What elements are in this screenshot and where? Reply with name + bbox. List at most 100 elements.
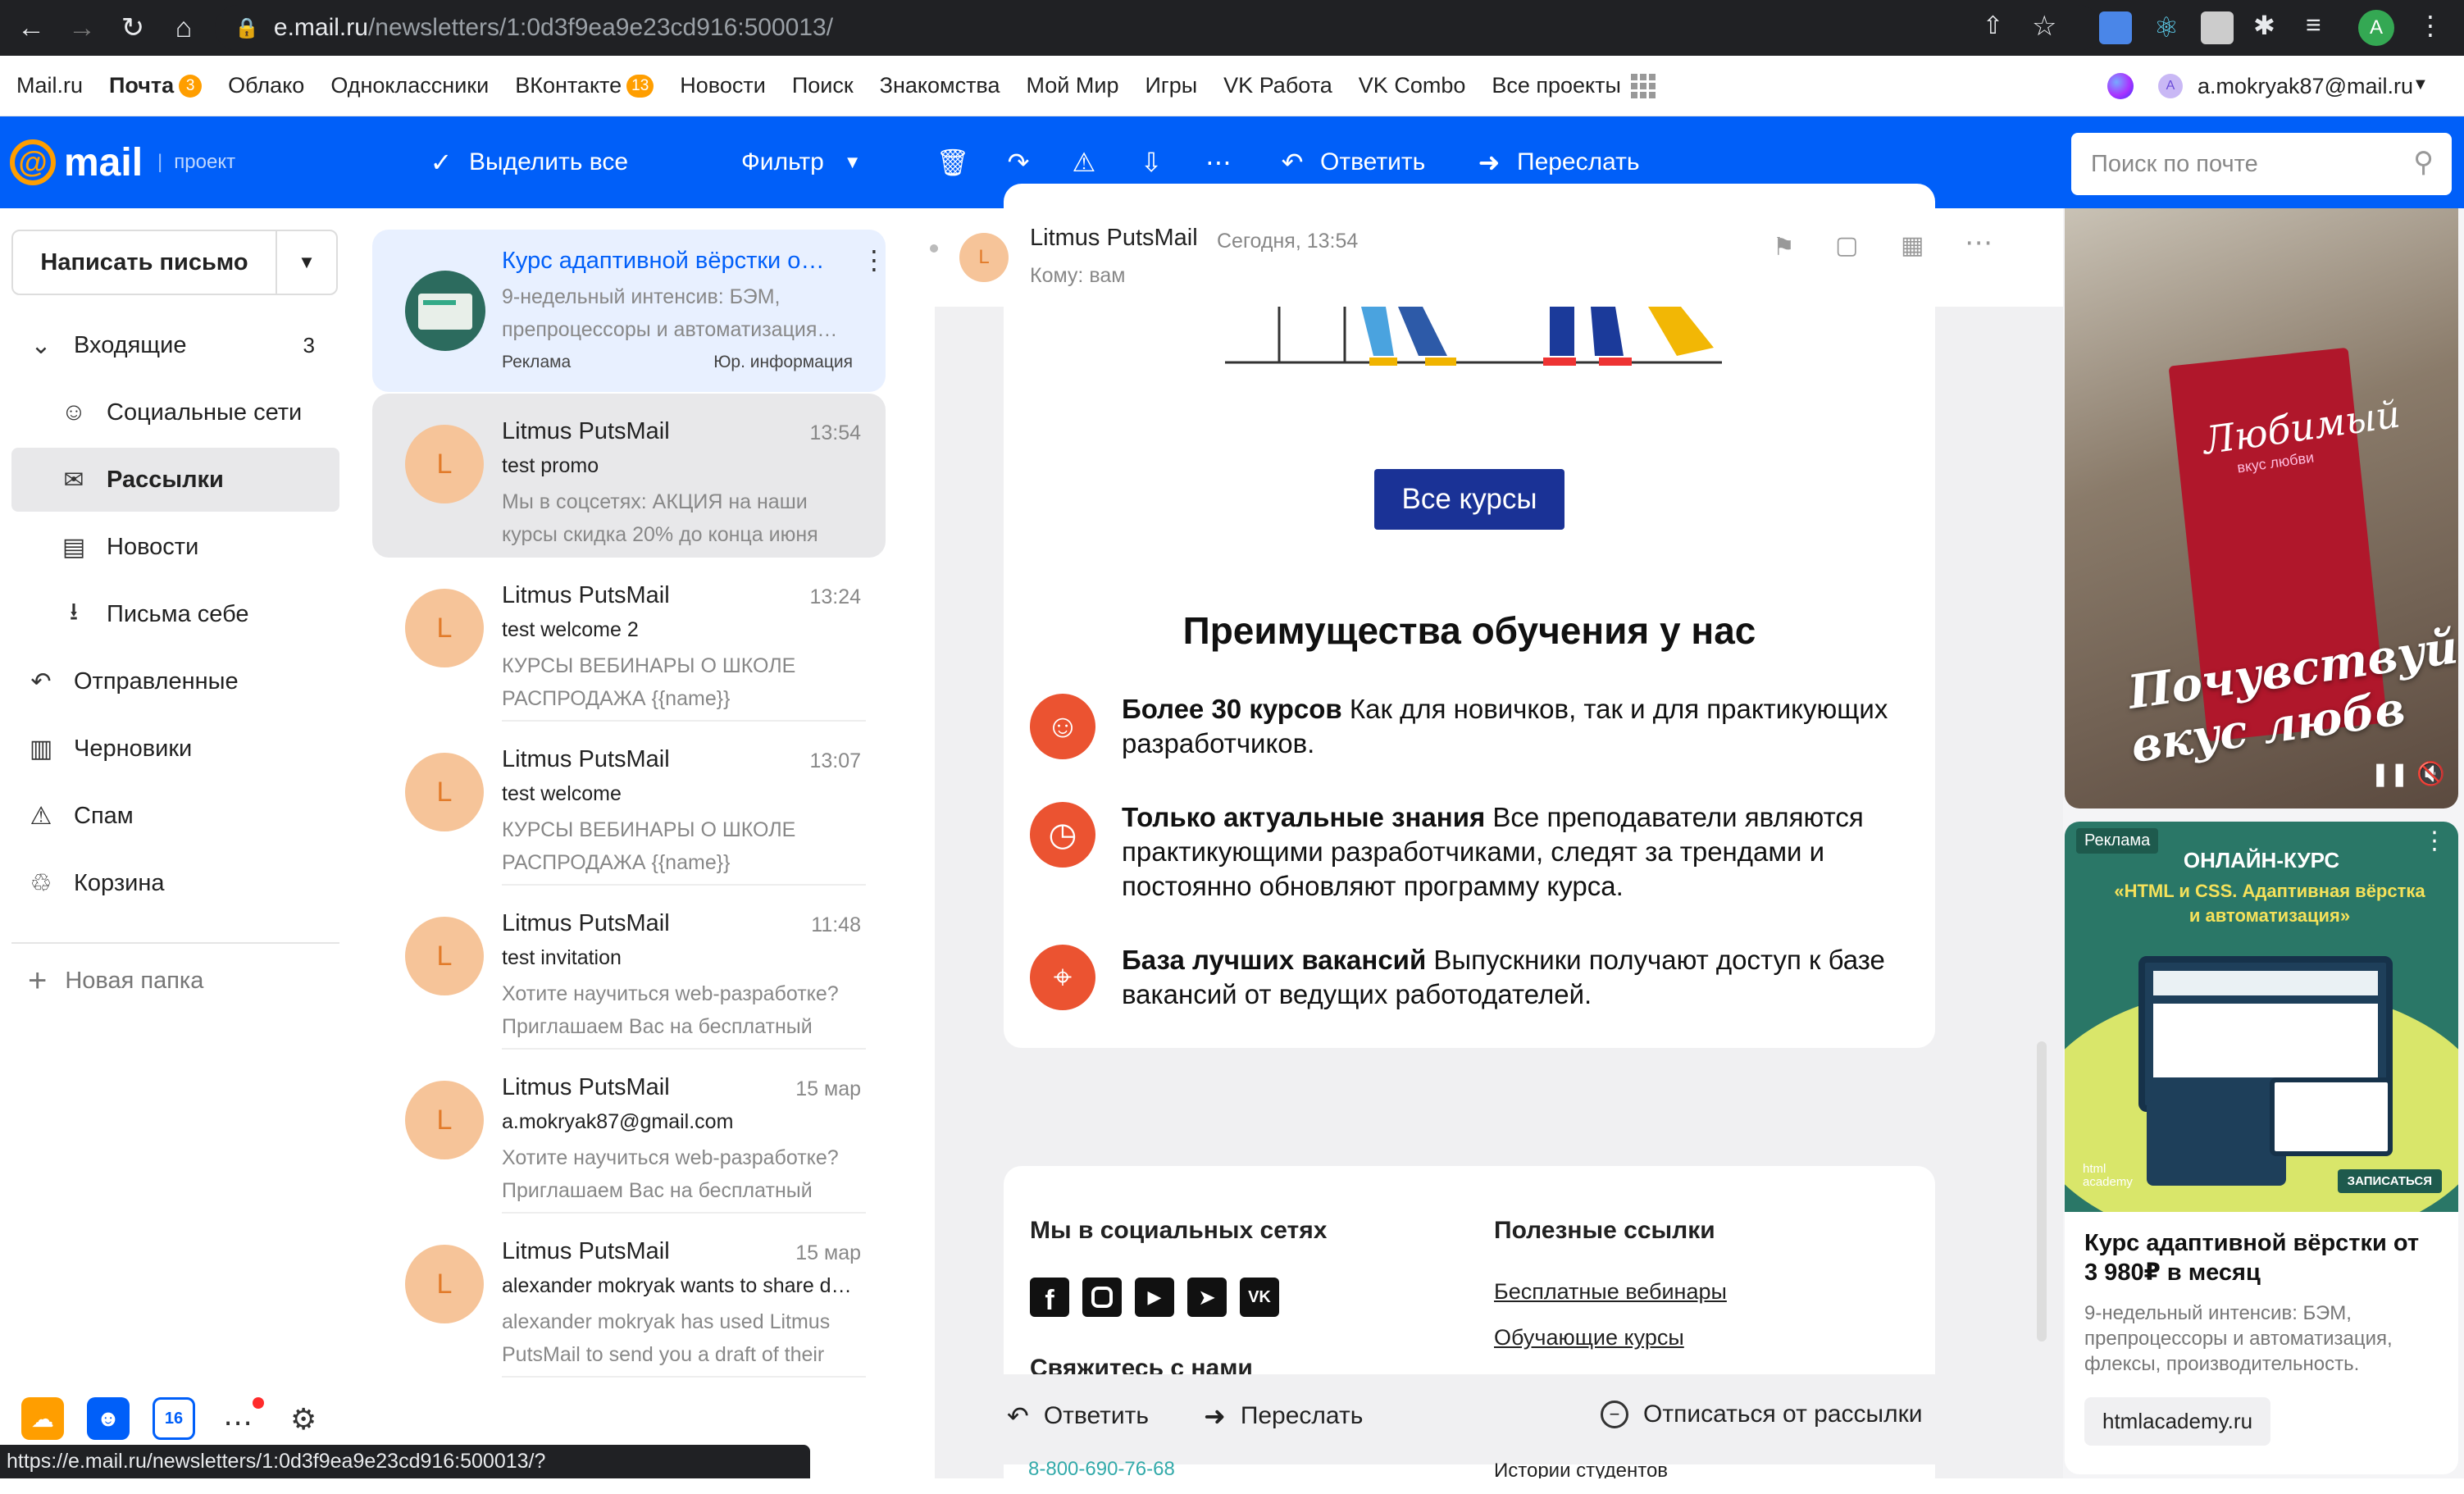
mail-logo[interactable]: @ mail | проект [10, 116, 235, 208]
useful-link[interactable]: Обучающие курсы [1494, 1325, 1684, 1351]
video-ad[interactable]: Любимый вкус любви Почувствуй вкус любв … [2065, 208, 2458, 808]
message-item[interactable]: L Litmus PutsMail 13:54 test promo Мы в соцс… [372, 394, 886, 558]
mute-icon[interactable]: 🔇 [2416, 760, 2445, 787]
marusya-icon[interactable] [2107, 73, 2134, 99]
settings-gear-icon[interactable]: ⚙ [290, 1402, 317, 1437]
account-avatar[interactable]: A [2158, 74, 2183, 98]
plus-icon: + [28, 963, 48, 999]
calendar-app-icon[interactable]: 16 [153, 1397, 195, 1440]
compose-options-chevron-icon[interactable]: ▼ [277, 252, 336, 273]
pause-icon[interactable]: ❚❚ [2371, 760, 2409, 787]
banner-ad[interactable]: Реклама ⋮ ОНЛАЙН-КУРС «HTML и CSS. Адапт… [2065, 822, 2458, 1212]
back-icon[interactable]: ← [11, 8, 51, 48]
chevron-down-icon[interactable]: ▼ [2412, 75, 2429, 94]
message-avatar[interactable]: L [405, 425, 484, 503]
bookmark-star-icon[interactable]: ☆ [2032, 10, 2056, 43]
new-folder-button[interactable]: + Новая папка [28, 963, 203, 1000]
banner-cta-button[interactable]: ЗАПИСАТЬСЯ [2337, 1169, 2442, 1193]
cloud-app-icon[interactable]: ☁ [21, 1397, 64, 1440]
bottom-forward-button[interactable]: ➜ Переслать [1204, 1401, 1363, 1432]
portal-link-0[interactable]: Mail.ru [16, 73, 83, 98]
message-avatar[interactable]: L [405, 1245, 484, 1323]
delete-button[interactable]: 🗑 [936, 116, 981, 208]
profile-avatar[interactable]: A [2358, 10, 2394, 46]
ad-more-icon[interactable]: ⋮ [861, 244, 887, 276]
ad-legal-link[interactable]: Юр. информация [713, 353, 853, 372]
react-extension-icon[interactable]: ⚛ [2150, 11, 2183, 44]
portal-link-1[interactable]: Почта 3 [109, 73, 203, 98]
sidebar-item-8[interactable]: ♲ Корзина [11, 851, 339, 915]
reload-icon[interactable]: ↻ [113, 8, 153, 48]
message-item[interactable]: L Litmus PutsMail 15 мар alexander mokryak … [372, 1214, 886, 1378]
vk-icon[interactable]: VK [1240, 1278, 1279, 1317]
bottom-reply-button[interactable]: ↶ Ответить [1007, 1401, 1149, 1432]
more-apps-icon[interactable]: ⋯ [223, 1405, 253, 1440]
share-icon[interactable]: ⇧ [1983, 11, 2003, 40]
telegram-icon[interactable]: ➤ [1187, 1278, 1227, 1317]
video-call-icon[interactable]: ▢ [1835, 231, 1858, 260]
portal-link-11[interactable]: VK Combo [1359, 73, 1466, 98]
search-icon[interactable]: ⚲ [2413, 146, 2434, 179]
portal-link-4[interactable]: ВКонтакте 13 [515, 73, 654, 98]
portal-link-3[interactable]: Одноклассники [330, 73, 489, 98]
instagram-icon[interactable] [1082, 1278, 1122, 1317]
account-email[interactable]: a.mokryak87@mail.ru [2198, 74, 2413, 99]
forward-icon[interactable]: → [62, 8, 102, 48]
browser-menu-icon[interactable]: ⋮ [2417, 10, 2444, 41]
sidebar-item-5[interactable]: ↶ Отправленные [11, 649, 339, 713]
all-projects-grid-icon[interactable] [1630, 73, 1656, 98]
address-bar[interactable]: 🔒 e.mail.ru/newsletters/1:0d3f9ea9e23cd9… [215, 5, 2101, 51]
unread-dot[interactable] [930, 244, 938, 253]
useful-link[interactable]: Бесплатные вебинары [1494, 1279, 1727, 1305]
sidebar-item-6[interactable]: ▥ Черновики [11, 717, 339, 781]
sender-avatar[interactable]: L [959, 233, 1009, 282]
select-all-button[interactable]: ✓ Выделить все [425, 116, 628, 208]
unsubscribe-button[interactable]: − Отписаться от рассылки [1601, 1401, 1922, 1428]
contact-phone[interactable]: 8-800-690-76-68 [1028, 1458, 1175, 1478]
portal-link-6[interactable]: Поиск [792, 73, 854, 98]
message-item[interactable]: L Litmus PutsMail 13:24 test welcome 2 КУРСЫ… [372, 558, 886, 722]
ad-text-card[interactable]: Курс адаптивной вёрстки от 3 980₽ в меся… [2065, 1212, 2458, 1474]
portal-link-2[interactable]: Облако [228, 73, 304, 98]
ad-message-item[interactable]: Курс адаптивной вёрстки о… ⋮ 9-недельный… [372, 230, 887, 392]
mail-search-input[interactable]: Поиск по почте ⚲ [2071, 133, 2452, 195]
message-avatar[interactable]: L [405, 589, 484, 667]
contacts-app-icon[interactable]: ☻ [87, 1397, 130, 1440]
portal-link-9[interactable]: Игры [1145, 73, 1197, 98]
filter-button[interactable]: Фильтр ▼ [741, 116, 862, 208]
more-dots-icon[interactable]: ⋯ [1965, 226, 1993, 259]
message-item[interactable]: L Litmus PutsMail 11:48 test invitation Хоти… [372, 886, 886, 1050]
extensions-icon[interactable]: ✱ [2253, 10, 2275, 41]
sidebar-item-7[interactable]: ⚠ Спам [11, 784, 339, 848]
sidebar-item-4[interactable]: ⭳ Письма себе [11, 582, 339, 646]
message-avatar[interactable]: L [405, 1081, 484, 1159]
ad-domain-button[interactable]: htmlacademy.ru [2084, 1397, 2271, 1446]
reader-sender[interactable]: Litmus PutsMail [1030, 225, 1198, 252]
calendar-icon[interactable]: ▦ [1901, 231, 1924, 260]
message-avatar[interactable]: L [405, 917, 484, 995]
translate-extension-icon[interactable] [2099, 11, 2132, 44]
portal-link-10[interactable]: VK Работа [1223, 73, 1332, 98]
sidebar-item-2[interactable]: ✉ Рассылки [11, 448, 339, 512]
all-courses-button[interactable]: Все курсы [1374, 469, 1564, 530]
portal-link-7[interactable]: Знакомства [880, 73, 1000, 98]
message-avatar[interactable]: L [405, 753, 484, 831]
sidebar-item-1[interactable]: ☺ Социальные сети [11, 380, 339, 444]
compose-button[interactable]: Написать письмо ▼ [11, 230, 338, 295]
stories-link[interactable]: Истории студентов [1494, 1460, 1668, 1478]
bookmark-icon[interactable]: ⚑ [1773, 233, 1795, 262]
facebook-icon[interactable]: f [1030, 1278, 1069, 1317]
to-value[interactable]: вам [1089, 264, 1125, 287]
home-icon[interactable]: ⌂ [164, 8, 203, 48]
image-extension-icon[interactable] [2201, 11, 2234, 44]
portal-link-12[interactable]: Все проекты [1492, 73, 1621, 98]
portal-link-8[interactable]: Мой Мир [1027, 73, 1119, 98]
sidebar-item-0[interactable]: ⌄ Входящие 3 [11, 313, 339, 377]
message-item[interactable]: L Litmus PutsMail 13:07 test welcome КУРСЫ В… [372, 722, 886, 886]
reading-list-icon[interactable]: ≡ [2306, 10, 2321, 40]
youtube-icon[interactable]: ▶ [1135, 1278, 1174, 1317]
portal-link-5[interactable]: Новости [680, 73, 766, 98]
message-item[interactable]: L Litmus PutsMail 15 мар a.mokryak87@gmail.… [372, 1050, 886, 1214]
reader-scrollbar[interactable] [2037, 1041, 2047, 1341]
sidebar-item-3[interactable]: ▤ Новости [11, 515, 339, 579]
